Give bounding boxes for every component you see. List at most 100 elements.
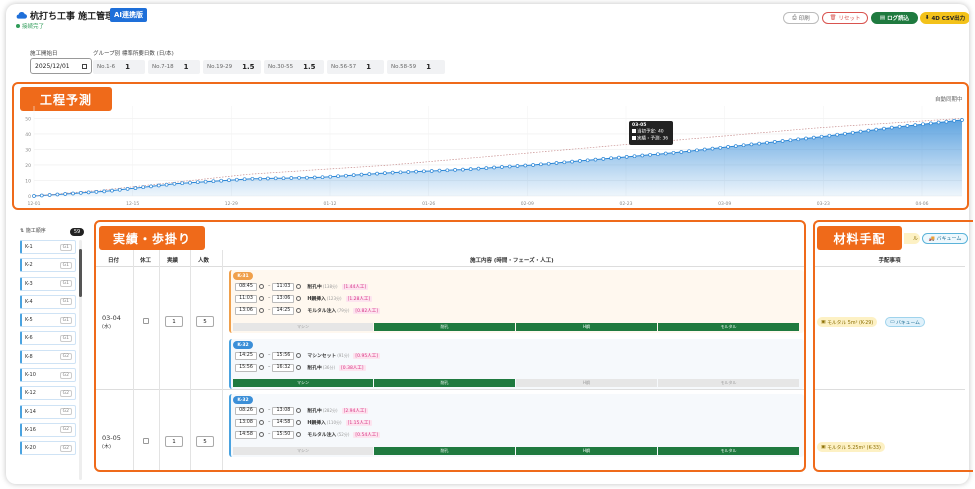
actual-point <box>250 176 255 181</box>
phase-segment[interactable]: マシン <box>233 379 373 387</box>
sidebar-item-pile[interactable]: K-12 G2 <box>20 386 76 401</box>
start-time-input[interactable]: 08:26 <box>235 406 257 415</box>
actual-point <box>422 169 426 174</box>
actual-point <box>913 123 918 127</box>
actual-point <box>640 153 645 158</box>
clock-icon <box>259 353 264 358</box>
pile-label: K-16 <box>25 426 36 433</box>
actual-count-input[interactable]: 1 <box>165 436 183 447</box>
load-log-button[interactable]: ▤ ログ読込 <box>871 12 918 24</box>
row-date: 03-05 (木) <box>102 434 121 450</box>
group-tag: G1 <box>59 261 72 269</box>
col-divider <box>222 250 223 470</box>
people-count-input[interactable]: 5 <box>196 436 214 447</box>
vacuum-filter-button[interactable]: 🚚 バキューム <box>922 233 968 244</box>
people-count-input[interactable]: 5 <box>196 316 214 327</box>
actual-point <box>234 177 239 182</box>
actual-point <box>843 131 847 136</box>
phase-segment[interactable]: H鋼 <box>516 447 657 455</box>
end-time-input[interactable]: 16:32 <box>272 363 295 372</box>
actual-point <box>390 170 395 175</box>
task-duration: (91分) <box>337 352 350 358</box>
actual-point <box>741 143 746 148</box>
sidebar-item-pile[interactable]: K-4 G1 <box>20 294 76 309</box>
start-time-input[interactable]: 14:25 <box>235 351 257 360</box>
actual-point <box>601 157 606 161</box>
range-dash: – <box>268 408 271 413</box>
pile-list-scroll-thumb[interactable] <box>79 249 82 297</box>
pile-tag: K-32 <box>233 341 253 349</box>
sidebar-item-pile[interactable]: K-14 G2 <box>20 404 76 419</box>
mortar-filter-chip[interactable]: ル <box>904 233 920 244</box>
group-days-field[interactable]: No.30-55 1.5 <box>264 60 324 74</box>
phase-segment[interactable]: マシン <box>233 323 373 331</box>
box-icon: ▣ <box>821 319 826 325</box>
start-time-input[interactable]: 13:08 <box>235 418 257 427</box>
vacuum-order-tag[interactable]: ▭ バキューム <box>885 317 925 327</box>
group-days-field[interactable]: No.56-57 1 <box>327 60 384 74</box>
sidebar-item-pile[interactable]: K-5 G1 <box>20 313 76 328</box>
clock-icon <box>296 353 302 358</box>
actual-point <box>297 175 301 180</box>
end-time-input[interactable]: 13:06 <box>272 294 295 303</box>
mortar-order-tag[interactable]: ▣ モルタル 5m³ (K-29) <box>817 317 878 327</box>
phase-segment[interactable]: 削孔 <box>374 379 515 387</box>
phase-segment[interactable]: H鋼 <box>516 323 657 331</box>
phase-segment[interactable]: 削孔 <box>374 323 515 331</box>
sidebar-item-pile[interactable]: K-16 G2 <box>20 422 76 437</box>
reset-button[interactable]: 🗑 リセット <box>822 12 868 24</box>
actual-point <box>414 169 418 174</box>
print-button[interactable]: ⎙ 印刷 <box>783 12 819 24</box>
start-time-input[interactable]: 13:06 <box>235 306 257 315</box>
end-time-input[interactable]: 15:56 <box>272 351 295 360</box>
calendar-icon <box>82 64 87 69</box>
sidebar-item-pile[interactable]: K-3 G1 <box>20 276 76 291</box>
start-time-input[interactable]: 08:45 <box>235 282 257 291</box>
start-time-input[interactable]: 15:56 <box>235 363 257 372</box>
start-time-input[interactable]: 14:58 <box>235 430 257 439</box>
col-divider <box>190 250 191 470</box>
phase-segment[interactable]: H鋼 <box>516 379 657 387</box>
actual-count-input[interactable]: 1 <box>165 316 183 327</box>
sidebar-item-pile[interactable]: K-6 G1 <box>20 331 76 346</box>
actual-point <box>55 192 60 197</box>
group-days-field[interactable]: No.7-18 1 <box>148 60 200 74</box>
phase-segment[interactable]: マシン <box>233 447 373 455</box>
sidebar-item-pile[interactable]: K-8 G2 <box>20 349 76 364</box>
group-days-field[interactable]: No.19-29 1.5 <box>203 60 261 74</box>
range-dash: – <box>268 353 271 358</box>
clock-icon <box>259 284 264 289</box>
task-row: 14:58 –15:50 モルタル注入 (52分) [0.54人工] <box>235 430 380 439</box>
export-csv-button[interactable]: ⬇ 4D CSV出力 <box>920 12 969 24</box>
end-time-input[interactable]: 14:25 <box>272 306 295 315</box>
phase-segment[interactable]: モルタル <box>658 323 799 331</box>
sidebar-item-pile[interactable]: K-20 G2 <box>20 441 76 456</box>
actual-point <box>492 165 496 170</box>
group-tag: G2 <box>59 426 72 434</box>
end-time-input[interactable]: 15:50 <box>272 430 295 439</box>
start-date-input[interactable]: 2025/12/01 <box>30 58 92 74</box>
man-hours-badge: [0.38人工] <box>339 364 366 371</box>
end-time-input[interactable]: 11:03 <box>272 282 295 291</box>
sidebar-item-pile[interactable]: K-2 G1 <box>20 258 76 273</box>
phase-segment[interactable]: モルタル <box>658 447 799 455</box>
actual-point <box>281 176 286 181</box>
actual-point <box>375 171 379 176</box>
end-time-input[interactable]: 14:58 <box>272 418 295 427</box>
actual-point <box>476 166 481 171</box>
man-hours-badge: [1.44人工] <box>341 283 369 290</box>
phase-segment[interactable]: 削孔 <box>374 447 515 455</box>
group-days-field[interactable]: No.1-6 1 <box>93 60 145 74</box>
sidebar-item-pile[interactable]: K-1 G1 <box>20 240 76 254</box>
rest-day-checkbox[interactable] <box>143 438 149 444</box>
materials-title: 材料手配 <box>817 226 902 250</box>
sidebar-item-pile[interactable]: K-10 G2 <box>20 368 76 383</box>
rest-day-checkbox[interactable] <box>143 318 149 324</box>
ai-badge: AI連携版 <box>110 8 148 22</box>
phase-segment[interactable]: モルタル <box>658 379 799 387</box>
group-days-field[interactable]: No.58-59 1 <box>387 60 445 74</box>
mortar-order-tag[interactable]: ▣ モルタル 5.25m³ (K-33) <box>817 442 885 452</box>
clock-icon <box>296 365 302 370</box>
start-time-input[interactable]: 11:03 <box>235 294 257 303</box>
end-time-input[interactable]: 13:08 <box>272 406 295 415</box>
